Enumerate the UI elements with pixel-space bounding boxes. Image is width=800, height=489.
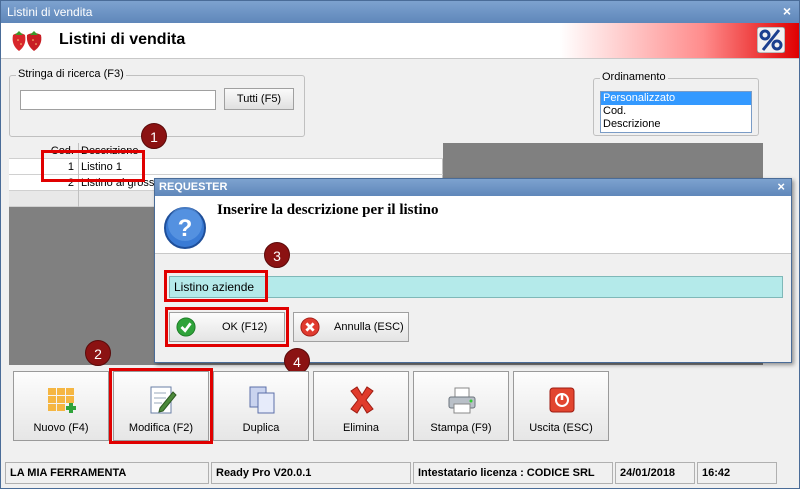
row-cod-empty [9,191,79,207]
show-all-button-label: Tutti (F5) [236,93,282,105]
cancel-button-label: Annulla (ESC) [334,321,404,333]
ordering-label: Ordinamento [600,71,668,83]
ordering-group: Ordinamento Personalizzato Cod. Descrizi… [593,71,759,136]
annotation-badge-1: 1 [141,123,167,149]
search-label: Stringa di ricerca (F3) [16,68,126,80]
window-title: Listini di vendita [7,5,93,19]
new-button[interactable]: Nuovo (F4) [13,371,109,441]
ordering-list[interactable]: Personalizzato Cod. Descrizione [600,91,752,133]
cancel-icon [300,317,320,337]
page-title: Listini di vendita [59,31,186,48]
annotation-badge-2: 2 [85,340,111,366]
annotation-box-input [164,270,268,302]
annotation-badge-3: 3 [264,242,290,268]
app-window: Listini di vendita × Listini di vendita … [0,0,800,489]
dialog-title: REQUESTER [159,181,228,193]
strawberries-icon [12,31,42,51]
exit-button-label: Uscita (ESC) [529,422,593,434]
dialog-message: Inserire la descrizione per il listino [217,202,439,218]
delete-x-icon [350,386,374,414]
new-button-label: Nuovo (F4) [33,422,89,434]
dialog-close-icon[interactable]: × [777,179,785,194]
annotation-box-ok [165,307,289,347]
status-bar: LA MIA FERRAMENTA Ready Pro V20.0.1 Inte… [1,459,799,487]
ordering-option-personalizzato[interactable]: Personalizzato [601,92,751,105]
printer-icon [448,387,476,414]
status-date: 24/01/2018 [615,462,695,484]
delete-button[interactable]: Elimina [313,371,409,441]
print-button[interactable]: Stampa (F9) [413,371,509,441]
question-icon: ? [164,207,206,249]
svg-text:?: ? [178,215,193,242]
close-icon[interactable]: × [783,3,791,19]
cancel-button[interactable]: Annulla (ESC) [293,312,409,342]
duplicate-button-label: Duplica [242,422,280,434]
delete-button-label: Elimina [342,422,380,434]
dialog-title-bar[interactable]: REQUESTER × [155,179,791,196]
status-company: LA MIA FERRAMENTA [5,462,209,484]
percent-icon [757,27,785,53]
show-all-button[interactable]: Tutti (F5) [224,88,294,110]
duplicate-button[interactable]: Duplica [213,371,309,441]
annotation-box-row [41,150,145,182]
ordering-option-cod[interactable]: Cod. [601,105,751,118]
status-version: Ready Pro V20.0.1 [211,462,411,484]
annotation-box-edit [109,368,213,444]
duplicate-icon [249,386,275,414]
search-input[interactable] [20,90,216,110]
dialog-message-area: ? Inserire la descrizione per il listino [155,196,791,254]
page-header: Listini di vendita [1,23,799,59]
new-grid-icon [48,388,76,413]
print-button-label: Stampa (F9) [430,422,492,434]
ordering-option-descrizione[interactable]: Descrizione [601,118,751,131]
exit-button[interactable]: Uscita (ESC) [513,371,609,441]
title-bar[interactable]: Listini di vendita × [1,1,799,23]
grid-right-header [443,143,763,159]
status-time: 16:42 [697,462,777,484]
exit-icon [549,387,575,413]
status-license: Intestatario licenza : CODICE SRL [413,462,613,484]
